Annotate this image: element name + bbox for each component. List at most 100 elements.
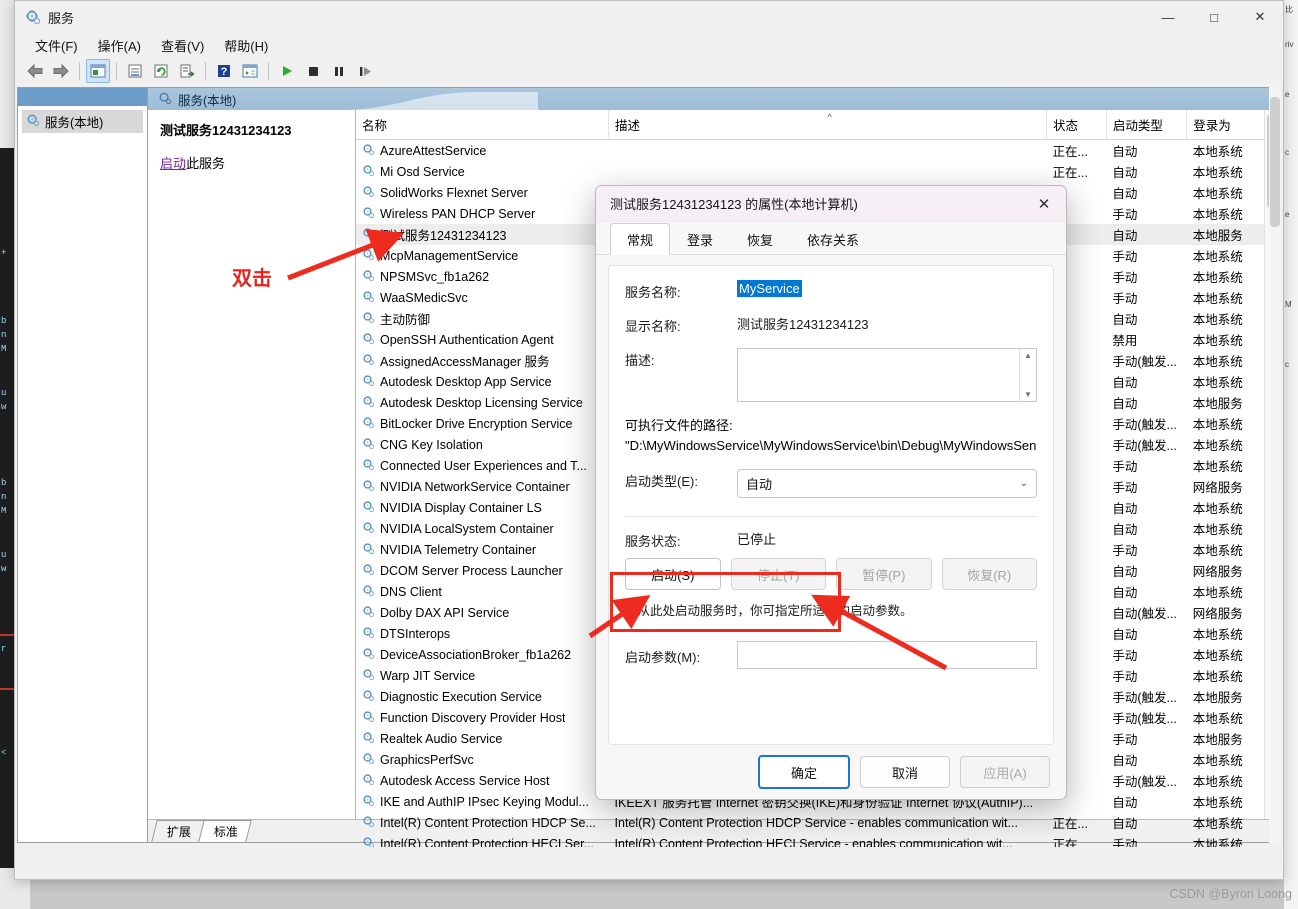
service-name-text: OpenSSH Authentication Agent <box>380 332 554 347</box>
view-window-icon[interactable] <box>238 59 262 83</box>
dialog-general-panel: 服务名称: MyService 显示名称: 测试服务12431234123 描述… <box>608 265 1054 745</box>
cell-service-name: Autodesk Access Service Host <box>356 770 609 791</box>
startup-type-value: 自动 <box>746 477 773 492</box>
chevron-down-icon: ⌄ <box>1019 478 1028 489</box>
tab-recovery[interactable]: 恢复 <box>730 223 790 255</box>
executable-path-value: "D:\MyWindowsService\MyWindowsService\bi… <box>625 438 1037 453</box>
menu-view[interactable]: 查看(V) <box>151 33 214 58</box>
startup-params-input[interactable] <box>737 641 1037 669</box>
dialog-close-button[interactable]: ✕ <box>1022 186 1066 221</box>
service-name-text: NVIDIA Display Container LS <box>380 500 542 515</box>
detail-action-row: 启动此服务 <box>160 153 343 172</box>
export-list-icon[interactable] <box>175 59 199 83</box>
stop-service-icon[interactable] <box>301 59 325 83</box>
service-name-text: IKE and AuthIP IPsec Keying Modul... <box>380 794 589 809</box>
tab-dependencies[interactable]: 依存关系 <box>790 223 876 255</box>
service-name-text: Autodesk Desktop App Service <box>380 374 552 389</box>
cell-startup-type: 手动 <box>1112 292 1138 306</box>
properties-icon[interactable] <box>123 59 147 83</box>
dialog-titlebar: 测试服务12431234123 的属性(本地计算机) ✕ <box>596 186 1066 222</box>
start-service-link[interactable]: 启动 <box>160 156 186 171</box>
menu-action[interactable]: 操作(A) <box>88 33 151 58</box>
service-name-text: NVIDIA LocalSystem Container <box>380 521 554 536</box>
close-button[interactable]: ✕ <box>1237 1 1283 33</box>
window-scrollbar-thumb[interactable] <box>1270 97 1280 227</box>
cell-service-name: Autodesk Desktop App Service <box>356 371 609 392</box>
resume-service-button: 恢复(R) <box>941 558 1037 590</box>
service-name-text: Autodesk Desktop Licensing Service <box>380 395 583 410</box>
display-name-label: 显示名称: <box>625 319 681 334</box>
service-name-text: Intel(R) Content Protection HDCP Se... <box>380 815 596 830</box>
service-gear-icon <box>362 290 375 306</box>
cell-startup-type: 自动 <box>1112 502 1138 516</box>
restart-service-icon[interactable] <box>353 59 377 83</box>
toolbar: ? <box>15 57 1283 85</box>
start-service-link-suffix: 此服务 <box>186 156 226 171</box>
description-scrollbar[interactable]: ▲ ▼ <box>1019 349 1036 401</box>
tab-general[interactable]: 常规 <box>610 223 671 255</box>
ok-button[interactable]: 确定 <box>758 755 850 789</box>
start-service-icon[interactable] <box>275 59 299 83</box>
start-service-button[interactable]: 启动(S) <box>625 558 721 590</box>
column-header-status[interactable]: 状态 <box>1046 110 1107 140</box>
service-name-value[interactable]: MyService <box>737 280 802 297</box>
stop-service-button: 停止(T) <box>730 558 826 590</box>
cancel-button[interactable]: 取消 <box>860 756 950 788</box>
tab-logon[interactable]: 登录 <box>670 223 730 255</box>
pause-service-icon[interactable] <box>327 59 351 83</box>
startup-type-select[interactable]: 自动 ⌄ <box>737 469 1037 498</box>
service-name-text: DeviceAssociationBroker_fb1a262 <box>380 647 572 662</box>
cell-startup-type: 自动 <box>1112 166 1138 180</box>
sidebar-item-services-local[interactable]: 服务(本地) <box>22 110 143 133</box>
minimize-button[interactable]: — <box>1145 1 1191 33</box>
cell-startup-type: 手动(触发... <box>1112 355 1177 369</box>
column-header-startup[interactable]: 启动类型 <box>1106 110 1188 140</box>
menu-help[interactable]: 帮助(H) <box>214 33 278 58</box>
chevron-up-icon[interactable]: ▲ <box>1024 351 1032 360</box>
service-name-text: Diagnostic Execution Service <box>380 689 542 704</box>
cell-startup-type: 手动(触发... <box>1112 418 1177 432</box>
window-vertical-scrollbar[interactable] <box>1269 87 1281 843</box>
console-tree-pane: 服务(本地) <box>18 88 148 842</box>
cell-startup-type: 自动 <box>1106 224 1187 245</box>
service-gear-icon <box>362 731 375 747</box>
cell-service-name: DeviceAssociationBroker_fb1a262 <box>356 644 609 665</box>
column-header-desc[interactable]: 描述 ^ <box>608 110 1048 140</box>
cell-status: 正在... <box>1052 145 1088 159</box>
cell-startup-type: 自动 <box>1112 145 1138 159</box>
tab-standard[interactable]: 标准 <box>198 820 252 842</box>
service-name-text: Autodesk Access Service Host <box>380 773 550 788</box>
service-gear-icon <box>362 395 375 411</box>
cell-description <box>609 140 1047 162</box>
service-gear-icon <box>362 626 375 642</box>
table-row[interactable]: AzureAttestService 正在... 自动 本地系统 <box>356 140 1280 162</box>
table-row[interactable]: Intel(R) Content Protection HDCP Se... In… <box>356 812 1280 833</box>
cell-startup-type: 手动(触发... <box>1112 712 1177 726</box>
maximize-button[interactable]: □ <box>1191 1 1237 33</box>
service-gear-icon <box>362 269 375 285</box>
column-header-name[interactable]: 名称 <box>356 110 610 140</box>
refresh-icon[interactable] <box>149 59 173 83</box>
status-bar <box>17 847 1281 877</box>
help-icon[interactable]: ? <box>212 59 236 83</box>
cell-startup-type: 自动 <box>1112 187 1138 201</box>
forward-icon[interactable] <box>49 59 73 83</box>
service-gear-icon <box>362 416 375 432</box>
cell-service-name: Warp JIT Service <box>356 665 609 686</box>
service-name-label: 服务名称: <box>625 285 681 300</box>
chevron-down-icon[interactable]: ▼ <box>1024 390 1032 399</box>
display-name-value[interactable]: 测试服务12431234123 <box>737 314 869 333</box>
back-icon[interactable] <box>23 59 47 83</box>
cell-startup-type: 手动 <box>1112 271 1138 285</box>
cell-startup-type: 手动 <box>1112 670 1138 684</box>
show-hide-tree-icon[interactable] <box>86 59 110 83</box>
menu-file[interactable]: 文件(F) <box>25 33 88 58</box>
tab-extended[interactable]: 扩展 <box>151 820 205 842</box>
table-row[interactable]: Mi Osd Service 正在... 自动 本地系统 <box>356 161 1280 182</box>
cell-startup-type: 自动 <box>1112 523 1138 537</box>
cell-startup-type: 自动 <box>1112 796 1138 810</box>
description-textarea[interactable]: ▲ ▼ <box>737 348 1037 402</box>
cell-service-name: IKE and AuthIP IPsec Keying Modul... <box>356 791 609 812</box>
service-gear-icon <box>362 479 375 495</box>
startup-type-row: 启动类型(E): 自动 ⌄ <box>625 469 1037 498</box>
